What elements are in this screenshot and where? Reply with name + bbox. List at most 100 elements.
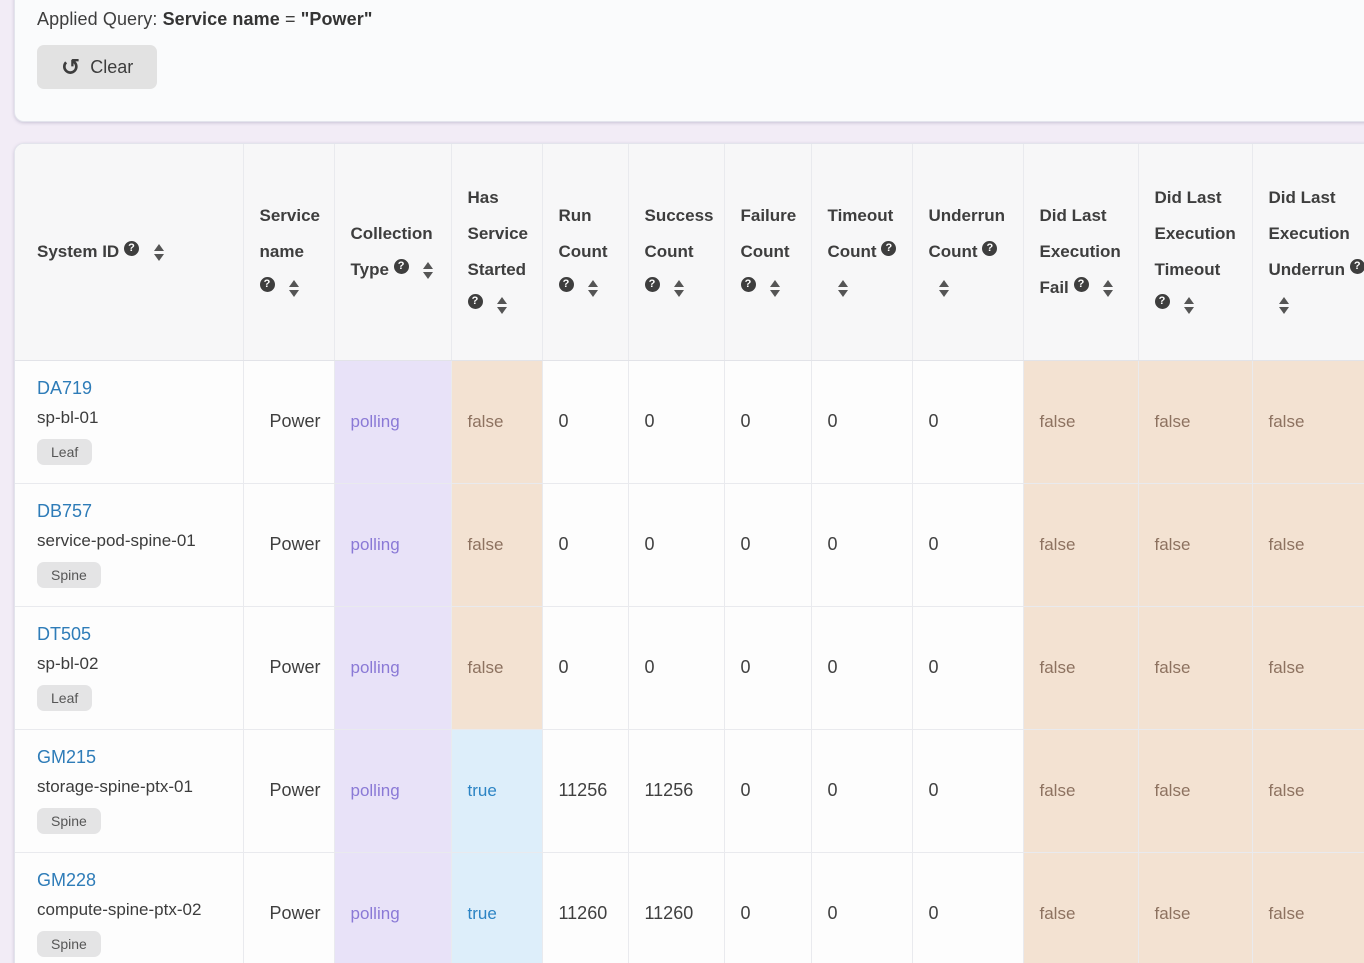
help-icon[interactable]: ?	[124, 241, 139, 256]
sort-icon[interactable]	[939, 280, 949, 297]
run-count-cell: 11256	[542, 729, 628, 852]
sort-down-icon	[674, 290, 684, 297]
underrun-count-cell: 0	[912, 360, 1023, 483]
help-icon[interactable]: ?	[645, 277, 660, 292]
did-last-execution-timeout-cell: false	[1138, 483, 1252, 606]
applied-query-value: "Power"	[301, 9, 373, 29]
failure-count-cell: 0	[724, 483, 811, 606]
system-id-link[interactable]: DT505	[37, 624, 91, 645]
did-last-execution-underrun-cell: false	[1252, 852, 1364, 963]
sort-up-icon	[1184, 297, 1194, 304]
role-badge: Leaf	[37, 685, 92, 711]
column-header-system-id[interactable]: System ID ?	[15, 144, 243, 360]
underrun-count-cell: 0	[912, 606, 1023, 729]
sort-icon[interactable]	[289, 280, 299, 297]
sort-down-icon	[838, 290, 848, 297]
sort-icon[interactable]	[1103, 280, 1113, 297]
column-header-success-count[interactable]: Success Count ?	[628, 144, 724, 360]
sort-icon[interactable]	[423, 262, 433, 279]
did-last-execution-underrun-cell: false	[1252, 483, 1364, 606]
service-name-cell: Power	[243, 606, 334, 729]
timeout-count-cell: 0	[811, 360, 912, 483]
role-badge: Spine	[37, 931, 101, 957]
help-icon[interactable]: ?	[1155, 294, 1170, 309]
help-icon[interactable]: ?	[1350, 259, 1364, 274]
applied-query-text: Applied Query: Service name = "Power"	[37, 9, 1364, 30]
success-count-cell: 11256	[628, 729, 724, 852]
sort-icon[interactable]	[1279, 297, 1289, 314]
sort-up-icon	[770, 280, 780, 287]
hostname-text: storage-spine-ptx-01	[37, 777, 231, 797]
help-icon[interactable]: ?	[260, 277, 275, 292]
role-badge: Spine	[37, 808, 101, 834]
column-header-collection-type[interactable]: Collection Type ?	[334, 144, 451, 360]
success-count-cell: 0	[628, 483, 724, 606]
failure-count-cell: 0	[724, 360, 811, 483]
sort-icon[interactable]	[497, 297, 507, 314]
success-count-cell: 11260	[628, 852, 724, 963]
table-row: DA719 sp-bl-01 Leaf Power polling false …	[15, 360, 1364, 483]
sort-icon[interactable]	[154, 244, 164, 261]
role-badge: Spine	[37, 562, 101, 588]
failure-count-cell: 0	[724, 606, 811, 729]
sort-down-icon	[770, 290, 780, 297]
did-last-execution-timeout-cell: false	[1138, 360, 1252, 483]
system-id-link[interactable]: DA719	[37, 378, 92, 399]
help-icon[interactable]: ?	[982, 241, 997, 256]
column-header-label: Has Service Started	[468, 188, 529, 278]
undo-icon: ↺	[61, 56, 80, 79]
system-id-link[interactable]: DB757	[37, 501, 92, 522]
system-id-link[interactable]: GM215	[37, 747, 96, 768]
hostname-text: sp-bl-01	[37, 408, 231, 428]
column-header-service-name[interactable]: Service name ?	[243, 144, 334, 360]
sort-down-icon	[1279, 307, 1289, 314]
service-name-cell: Power	[243, 360, 334, 483]
column-header-failure-count[interactable]: Failure Count ?	[724, 144, 811, 360]
help-icon[interactable]: ?	[1074, 277, 1089, 292]
hostname-text: sp-bl-02	[37, 654, 231, 674]
sort-up-icon	[939, 280, 949, 287]
column-header-run-count[interactable]: Run Count ?	[542, 144, 628, 360]
sort-down-icon	[1103, 290, 1113, 297]
collection-type-cell: polling	[334, 729, 451, 852]
table-body: DA719 sp-bl-01 Leaf Power polling false …	[15, 360, 1364, 963]
sort-down-icon	[939, 290, 949, 297]
run-count-cell: 0	[542, 606, 628, 729]
did-last-execution-timeout-cell: false	[1138, 729, 1252, 852]
services-table-card: System ID ? Service name ? Collection Ty…	[14, 143, 1364, 963]
column-header-label: Success Count	[645, 206, 714, 261]
sort-icon[interactable]	[770, 280, 780, 297]
sort-up-icon	[838, 280, 848, 287]
has-service-started-cell: false	[451, 360, 542, 483]
sort-down-icon	[154, 254, 164, 261]
sort-icon[interactable]	[1184, 297, 1194, 314]
column-header-label: Failure Count	[741, 206, 797, 261]
sort-icon[interactable]	[588, 280, 598, 297]
column-header-did-last-execution-underrun[interactable]: Did Last Execution Underrun ?	[1252, 144, 1364, 360]
column-header-label: Collection Type	[351, 224, 433, 279]
sort-icon[interactable]	[838, 280, 848, 297]
system-id-link[interactable]: GM228	[37, 870, 96, 891]
help-icon[interactable]: ?	[468, 294, 483, 309]
underrun-count-cell: 0	[912, 483, 1023, 606]
did-last-execution-fail-cell: false	[1023, 852, 1138, 963]
success-count-cell: 0	[628, 606, 724, 729]
help-icon[interactable]: ?	[741, 277, 756, 292]
header-row: System ID ? Service name ? Collection Ty…	[15, 144, 1364, 360]
clear-button[interactable]: ↺ Clear	[37, 45, 157, 89]
column-header-did-last-execution-timeout[interactable]: Did Last Execution Timeout ?	[1138, 144, 1252, 360]
sort-up-icon	[1103, 280, 1113, 287]
run-count-cell: 11260	[542, 852, 628, 963]
help-icon[interactable]: ?	[559, 277, 574, 292]
help-icon[interactable]: ?	[394, 259, 409, 274]
system-id-cell: DB757 service-pod-spine-01 Spine	[15, 483, 243, 606]
sort-icon[interactable]	[674, 280, 684, 297]
help-icon[interactable]: ?	[881, 241, 896, 256]
table-row: GM215 storage-spine-ptx-01 Spine Power p…	[15, 729, 1364, 852]
column-header-did-last-execution-fail[interactable]: Did Last Execution Fail ?	[1023, 144, 1138, 360]
role-badge: Leaf	[37, 439, 92, 465]
has-service-started-cell: true	[451, 852, 542, 963]
column-header-has-service-started[interactable]: Has Service Started ?	[451, 144, 542, 360]
column-header-underrun-count[interactable]: Underrun Count ?	[912, 144, 1023, 360]
column-header-timeout-count[interactable]: Timeout Count ?	[811, 144, 912, 360]
